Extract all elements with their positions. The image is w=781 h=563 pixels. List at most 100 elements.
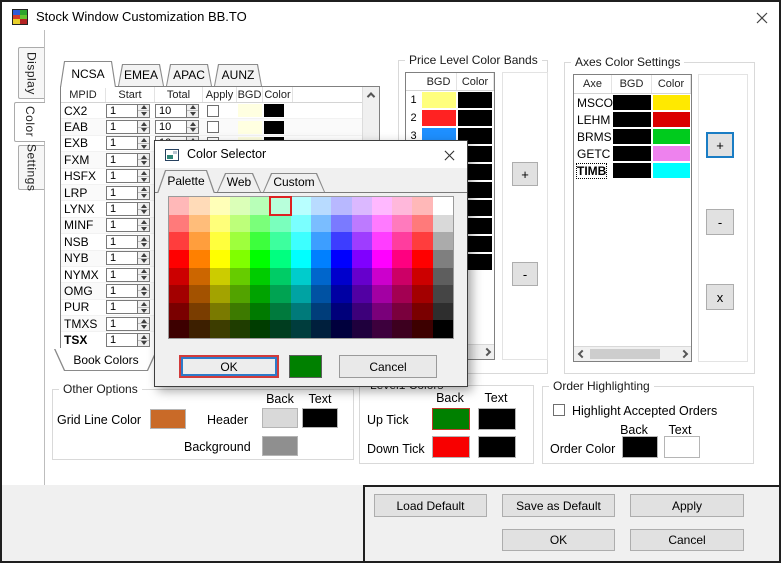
palette-swatch[interactable] [270, 303, 290, 321]
spin-down-icon[interactable] [187, 111, 198, 117]
spin-down-icon[interactable] [138, 193, 149, 199]
book-colors-bottom-tab[interactable]: Book Colors [54, 349, 158, 371]
palette-swatch[interactable] [433, 232, 453, 250]
palette-swatch[interactable] [210, 268, 230, 286]
palette-swatch[interactable] [311, 303, 331, 321]
column-header-bgd[interactable]: BGD [612, 75, 652, 93]
palette-swatch[interactable] [270, 197, 290, 215]
palette-swatch[interactable] [210, 197, 230, 215]
side-tab-settings[interactable]: Settings [18, 145, 44, 190]
apply-button[interactable]: Apply [630, 494, 744, 517]
selector-tab-web[interactable]: Web [217, 173, 261, 192]
palette-swatch[interactable] [412, 303, 432, 321]
palette-swatch[interactable] [291, 197, 311, 215]
palette-swatch[interactable] [372, 285, 392, 303]
header-text-swatch[interactable] [302, 408, 338, 428]
palette-swatch[interactable] [270, 232, 290, 250]
text-color-swatch[interactable] [264, 104, 284, 117]
palette-swatch[interactable] [169, 268, 189, 286]
start-spinner[interactable]: 1 [106, 153, 150, 167]
spin-down-icon[interactable] [138, 259, 149, 265]
axes-row-brms[interactable]: BRMS [574, 128, 691, 145]
palette-swatch[interactable] [412, 285, 432, 303]
palette-swatch[interactable] [169, 285, 189, 303]
palette-swatch[interactable] [433, 320, 453, 338]
palette-swatch[interactable] [230, 268, 250, 286]
palette-swatch[interactable] [372, 215, 392, 233]
spinner-buttons[interactable] [137, 252, 149, 264]
scroll-up-button[interactable] [363, 87, 379, 103]
palette-swatch[interactable] [372, 197, 392, 215]
palette-swatch[interactable] [412, 268, 432, 286]
total-spinner[interactable]: 10 [155, 104, 199, 118]
axes-bgd-swatch[interactable] [613, 146, 651, 161]
up-tick-text-swatch[interactable] [478, 408, 516, 430]
palette-swatch[interactable] [311, 232, 331, 250]
spinner-buttons[interactable] [137, 203, 149, 215]
palette-swatch[interactable] [210, 250, 230, 268]
save-as-default-button[interactable]: Save as Default [502, 494, 615, 517]
selector-tab-palette[interactable]: Palette [157, 170, 215, 193]
table-row-eab[interactable]: EAB110 [61, 119, 379, 135]
column-header-color[interactable]: Color [457, 73, 494, 90]
palette-swatch[interactable] [169, 197, 189, 215]
palette-swatch[interactable] [433, 303, 453, 321]
palette-swatch[interactable] [250, 268, 270, 286]
palette-swatch[interactable] [331, 268, 351, 286]
band-row-1[interactable]: 1 [406, 91, 494, 109]
side-tab-color[interactable]: Color [14, 102, 45, 142]
axes-color-swatch[interactable] [653, 95, 690, 110]
palette-swatch[interactable] [169, 250, 189, 268]
down-tick-text-swatch[interactable] [478, 436, 516, 458]
palette-swatch[interactable] [412, 232, 432, 250]
axes-color-swatch[interactable] [653, 129, 690, 144]
spinner-buttons[interactable] [137, 121, 149, 133]
start-spinner[interactable]: 1 [106, 317, 150, 331]
spin-down-icon[interactable] [138, 160, 149, 166]
palette-swatch[interactable] [250, 232, 270, 250]
palette-swatch[interactable] [250, 285, 270, 303]
palette-swatch[interactable] [230, 285, 250, 303]
spin-down-icon[interactable] [138, 275, 149, 281]
spin-down-icon[interactable] [138, 308, 149, 314]
palette-swatch[interactable] [331, 303, 351, 321]
band-row-2[interactable]: 2 [406, 109, 494, 127]
palette-swatch[interactable] [169, 215, 189, 233]
palette-swatch[interactable] [352, 285, 372, 303]
order-color-text-swatch[interactable] [664, 436, 700, 458]
grid-line-color-swatch[interactable] [150, 409, 186, 429]
bgd-color-swatch[interactable] [238, 121, 262, 134]
axes-row-msco[interactable]: MSCO [574, 94, 691, 111]
palette-swatch[interactable] [210, 215, 230, 233]
palette-swatch[interactable] [250, 215, 270, 233]
spinner-buttons[interactable] [137, 154, 149, 166]
palette-swatch[interactable] [412, 250, 432, 268]
axes-row-timb[interactable]: TIMB [574, 162, 691, 179]
palette-swatch[interactable] [270, 268, 290, 286]
palette-swatch[interactable] [270, 215, 290, 233]
palette-swatch[interactable] [210, 303, 230, 321]
palette-swatch[interactable] [311, 268, 331, 286]
dialog-cancel-button[interactable]: Cancel [339, 355, 437, 378]
palette-swatch[interactable] [433, 285, 453, 303]
palette-swatch[interactable] [189, 303, 209, 321]
side-tab-display[interactable]: Display [18, 47, 44, 99]
background-color-swatch[interactable] [262, 436, 298, 456]
palette-swatch[interactable] [169, 232, 189, 250]
start-spinner[interactable]: 1 [106, 300, 150, 314]
start-spinner[interactable]: 1 [106, 218, 150, 232]
palette-swatch[interactable] [169, 303, 189, 321]
column-header-bgd[interactable]: BGD [421, 73, 457, 90]
bands-add-button[interactable]: + [512, 162, 538, 186]
spinner-buttons[interactable] [137, 219, 149, 231]
text-color-swatch[interactable] [264, 121, 284, 134]
region-tab-emea[interactable]: EMEA [118, 64, 164, 86]
start-spinner[interactable]: 1 [106, 136, 150, 150]
palette-swatch[interactable] [433, 197, 453, 215]
spinner-buttons[interactable] [137, 137, 149, 149]
column-header-color[interactable]: Color [652, 75, 691, 93]
scroll-right-button[interactable] [479, 345, 494, 359]
spinner-buttons[interactable] [137, 187, 149, 199]
start-spinner[interactable]: 1 [106, 284, 150, 298]
down-tick-back-swatch[interactable] [432, 436, 470, 458]
